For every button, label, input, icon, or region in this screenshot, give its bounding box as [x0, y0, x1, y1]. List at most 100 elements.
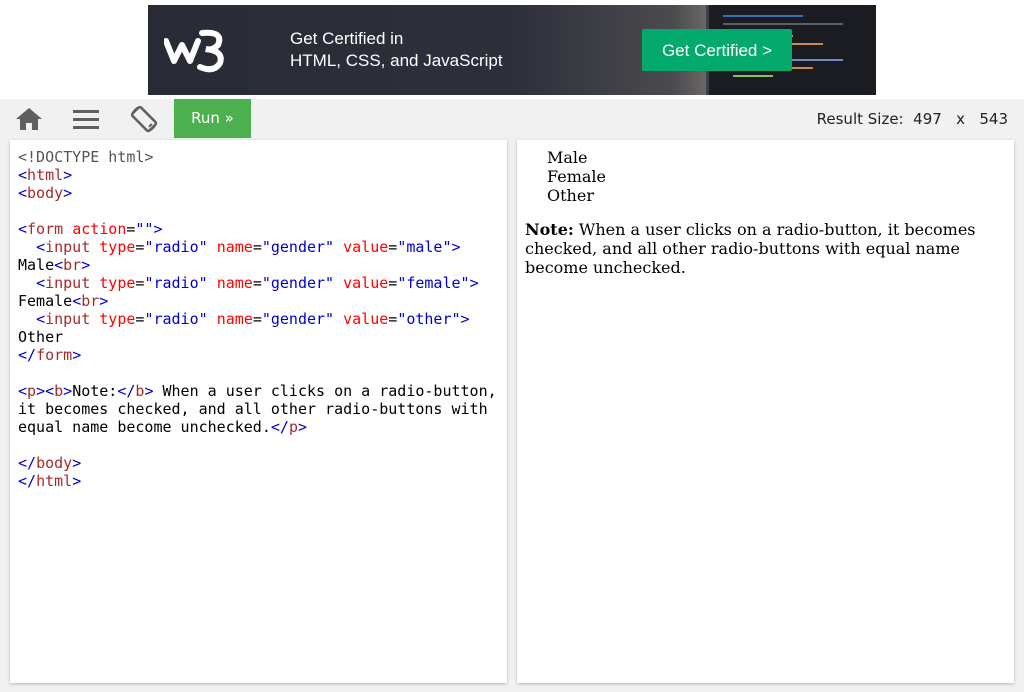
code-token-br: <	[36, 310, 46, 328]
ad-banner[interactable]: Get Certified in HTML, CSS, and JavaScri…	[148, 5, 876, 95]
code-token-br: >	[63, 184, 73, 202]
code-token-br: >	[460, 310, 470, 328]
code-token-text: Note:	[72, 382, 118, 400]
ad-line-2: HTML, CSS, and JavaScript	[290, 51, 503, 70]
code-token-tag: html	[27, 166, 64, 184]
rotate-icon[interactable]	[129, 105, 159, 133]
run-button[interactable]: Run »	[174, 99, 251, 138]
code-line: <body>	[18, 184, 499, 202]
radio-option-other[interactable]: Other	[547, 186, 594, 205]
result-frame: Male Female Other Note: When a user clic…	[517, 140, 1014, 683]
code-editor[interactable]: <!DOCTYPE html> <html> <body> <form action=…	[10, 140, 507, 683]
code-token-tag: p	[288, 418, 298, 436]
code-content[interactable]: <!DOCTYPE html> <html> <body> <form action=…	[10, 140, 507, 498]
code-token-attr: type	[99, 238, 136, 256]
result-height: 543	[979, 110, 1008, 128]
code-token-br: <	[18, 382, 28, 400]
code-token-tag: html	[36, 472, 73, 490]
code-token-br: <	[18, 166, 28, 184]
code-token-br: >	[153, 220, 163, 238]
code-token-br: </	[18, 346, 37, 364]
code-token-text: =	[252, 274, 262, 292]
code-token-tag: form	[27, 220, 64, 238]
code-token-br: >	[72, 346, 82, 364]
code-line: <html>	[18, 166, 499, 184]
code-token-br: >	[63, 166, 73, 184]
code-token-tag: br	[81, 292, 100, 310]
ad-line-1: Get Certified in	[290, 29, 404, 48]
code-line: Other	[18, 328, 499, 346]
code-token-text: =	[388, 238, 398, 256]
code-line: <input type="radio" name="gender" value=…	[18, 238, 499, 256]
code-token-tag: p	[27, 382, 37, 400]
code-token-br: <	[36, 238, 46, 256]
code-line: <form action="">	[18, 220, 499, 238]
code-line: </form>	[18, 346, 499, 364]
radio-label: Female	[547, 167, 606, 186]
code-line: Male<br>	[18, 256, 499, 274]
code-token-br: >	[451, 238, 461, 256]
ad-headline: Get Certified in HTML, CSS, and JavaScri…	[290, 28, 503, 72]
radio-option-male[interactable]: Male	[547, 148, 588, 167]
code-line: it becomes checked, and all other radio-…	[18, 400, 499, 418]
code-token-br: >	[469, 274, 479, 292]
code-token-text: Other	[18, 328, 64, 346]
result-width: 497	[913, 110, 942, 128]
radio-option-female[interactable]: Female	[547, 167, 606, 186]
code-line: </html>	[18, 472, 499, 490]
code-token-val: "gender"	[261, 310, 335, 328]
menu-icon[interactable]	[71, 105, 101, 133]
code-token-tag: form	[36, 346, 73, 364]
code-line: Female<br>	[18, 292, 499, 310]
code-token-br: </	[18, 454, 37, 472]
result-x: x	[956, 110, 966, 128]
code-token-text: it becomes checked, and all other radio-…	[18, 400, 488, 418]
code-token-val: ""	[135, 220, 154, 238]
code-token-br: >	[99, 292, 109, 310]
toolbar: Run » Result Size: 497 x 543	[0, 99, 1024, 139]
code-token-br: <	[72, 292, 82, 310]
note-paragraph: Note: When a user clicks on a radio-butt…	[525, 220, 995, 277]
note-text: When a user clicks on a radio-button, it…	[525, 220, 976, 277]
code-token-br: ><	[36, 382, 55, 400]
code-token-br: >	[72, 472, 82, 490]
result-size-label: Result Size:	[816, 110, 904, 128]
code-token-br: </	[117, 382, 136, 400]
code-token-br: <	[36, 274, 46, 292]
w3-logo-icon	[164, 29, 224, 73]
code-token-attr: type	[99, 310, 136, 328]
radio-label: Male	[547, 148, 588, 167]
code-token-br: </	[270, 418, 289, 436]
code-token-br: >	[72, 454, 82, 472]
code-token-tag: input	[45, 238, 91, 256]
code-token-text: =	[388, 274, 398, 292]
code-token-text: equal name become unchecked.	[18, 418, 271, 436]
panels: <!DOCTYPE html> <html> <body> <form action=…	[0, 139, 1024, 692]
code-token-br: <	[18, 220, 28, 238]
code-token-br: >	[81, 256, 91, 274]
get-certified-button[interactable]: Get Certified >	[642, 29, 792, 71]
code-line: equal name become unchecked.</p>	[18, 418, 499, 436]
home-icon[interactable]	[14, 105, 44, 133]
code-line: <input type="radio" name="gender" value=…	[18, 274, 499, 292]
radio-label: Other	[547, 186, 594, 205]
code-token-meta: <!DOCTYPE html>	[18, 148, 154, 166]
code-token-attr: name	[216, 310, 253, 328]
code-token-val: "radio"	[144, 310, 208, 328]
note-label: Note:	[525, 220, 574, 239]
code-line: </body>	[18, 454, 499, 472]
code-token-val: "female"	[397, 274, 470, 292]
code-token-br: <	[54, 256, 64, 274]
